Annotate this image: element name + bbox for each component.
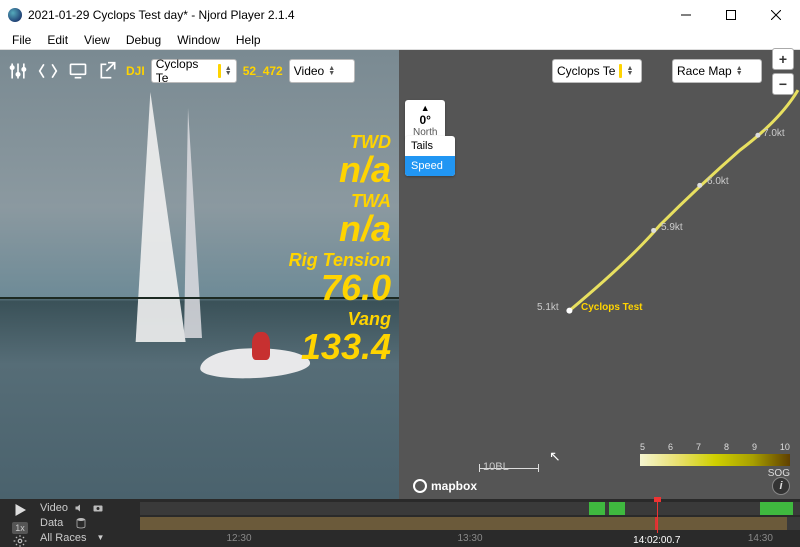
video-pane: DJI Cyclops Te▲▼ 52_472 Video▲▼ TWD n/a …	[0, 50, 399, 499]
camera-icon[interactable]	[92, 502, 104, 514]
window-minimize-button[interactable]	[663, 0, 708, 30]
menu-window[interactable]: Window	[169, 31, 228, 49]
app-icon	[8, 8, 22, 22]
track-boat-label: Cyclops Test	[581, 302, 643, 313]
twd-value: n/a	[289, 153, 391, 187]
timeline-row-video: Video	[40, 501, 140, 515]
zoom-out-button[interactable]: −	[772, 73, 794, 95]
main-area: DJI Cyclops Te▲▼ 52_472 Video▲▼ TWD n/a …	[0, 50, 800, 499]
zoom-in-button[interactable]: +	[772, 48, 794, 70]
expand-icon[interactable]	[36, 59, 60, 83]
monitor-icon[interactable]	[66, 59, 90, 83]
map-toolbar: Cyclops Te▲▼ Race Map▲▼ + −	[399, 50, 800, 92]
timeline-row-all-races[interactable]: All Races▼	[40, 531, 140, 545]
menu-file[interactable]: File	[4, 31, 39, 49]
cursor-icon: ↖	[549, 448, 561, 465]
data-lane[interactable]	[140, 517, 800, 530]
timeline: 1x Video Data All Races▼ 14:02:00.7 12:3…	[0, 499, 800, 547]
mapbox-attribution[interactable]: mapbox	[413, 479, 477, 493]
timeline-row-data: Data	[40, 516, 140, 530]
video-source-dropdown[interactable]: Cyclops Te▲▼	[151, 59, 237, 83]
legend-label: SOG	[640, 468, 790, 479]
export-icon[interactable]	[96, 59, 120, 83]
video-source-prefix: DJI	[126, 64, 145, 78]
menu-view[interactable]: View	[76, 31, 118, 49]
database-icon[interactable]	[75, 517, 87, 529]
track-point-2: 6.0kt	[707, 176, 729, 187]
map-boat-dropdown[interactable]: Cyclops Te▲▼	[552, 59, 642, 83]
window-title: 2021-01-29 Cyclops Test day* - Njord Pla…	[28, 8, 295, 22]
menu-debug[interactable]: Debug	[118, 31, 169, 49]
video-toolbar: DJI Cyclops Te▲▼ 52_472 Video▲▼	[0, 50, 399, 92]
video-lane[interactable]	[140, 502, 800, 515]
window-close-button[interactable]	[753, 0, 798, 30]
menu-bar: File Edit View Debug Window Help	[0, 30, 800, 50]
window-titlebar: 2021-01-29 Cyclops Test day* - Njord Pla…	[0, 0, 800, 30]
track-point-0: 5.1kt	[537, 302, 559, 313]
menu-edit[interactable]: Edit	[39, 31, 76, 49]
track-path	[399, 50, 800, 500]
sliders-icon[interactable]	[6, 59, 30, 83]
playhead[interactable]	[657, 499, 658, 533]
map-pane[interactable]: Cyclops Te▲▼ Race Map▲▼ + − ▲ 0° North T…	[399, 50, 800, 499]
play-button[interactable]	[11, 501, 29, 522]
vang-value: 133.4	[289, 330, 391, 364]
info-button[interactable]: i	[772, 477, 790, 495]
video-source-suffix: 52_472	[243, 64, 283, 78]
window-maximize-button[interactable]	[708, 0, 753, 30]
speed-legend: 5 6 7 8 9 10 SOG	[640, 442, 790, 479]
map-type-dropdown[interactable]: Race Map▲▼	[672, 59, 762, 83]
track-point-3: 7.0kt	[763, 128, 785, 139]
playback-speed[interactable]: 1x	[12, 522, 28, 534]
menu-help[interactable]: Help	[228, 31, 269, 49]
view-mode-dropdown[interactable]: Video▲▼	[289, 59, 355, 83]
map-scale-label: 10BL	[483, 461, 509, 473]
timeline-tracks[interactable]: 14:02:00.7 12:30 13:30 14:30	[140, 499, 800, 547]
speaker-icon[interactable]	[74, 502, 86, 514]
twa-value: n/a	[289, 212, 391, 246]
data-overlay: TWD n/a TWA n/a Rig Tension 76.0 Vang 13…	[289, 128, 391, 364]
track-point-1: 5.9kt	[661, 222, 683, 233]
rig-tension-value: 76.0	[289, 271, 391, 305]
timeline-settings-icon[interactable]	[13, 534, 27, 547]
time-axis: 12:30 13:30 14:30	[140, 533, 800, 547]
